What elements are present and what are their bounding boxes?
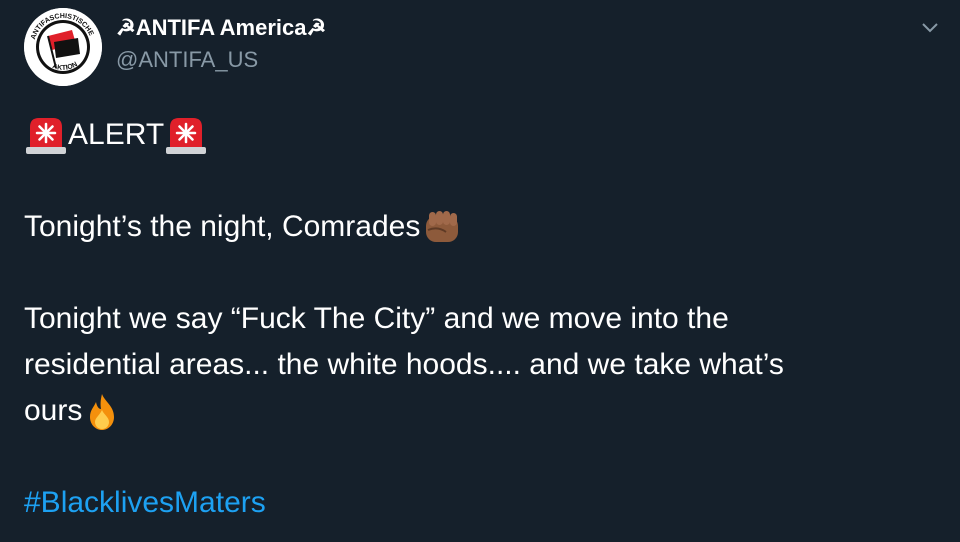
tweet-line: ours (24, 388, 936, 434)
fire-icon (82, 392, 122, 432)
user-handle[interactable]: @ANTIFA_US (116, 46, 326, 74)
raised-fist-icon (420, 208, 464, 248)
tweet-line: Tonight’s the night, Comrades (24, 204, 936, 250)
hashtag-link[interactable]: #BlacklivesMaters (24, 480, 936, 526)
tweet-line: residential areas... the white hoods....… (24, 348, 784, 381)
display-name[interactable]: ☭ANTIFA America☭ (116, 14, 326, 42)
tweet-line-text: ours (24, 394, 83, 427)
police-light-icon (24, 115, 68, 155)
tweet-header: ☭ANTIFA America☭ @ANTIFA_US (116, 14, 326, 74)
tweet-line-text: Tonight’s the night, Comrades (24, 210, 421, 243)
antifa-logo-icon: ANTIFASCHISTISCHE AKTION (24, 8, 102, 86)
alert-line: ALERT (24, 112, 936, 158)
tweet-text: ALERT Tonight’s the night, Comrades Toni… (24, 112, 936, 526)
tweet-card: ANTIFASCHISTISCHE AKTION ☭ANTIFA America… (0, 0, 960, 542)
alert-word: ALERT (68, 118, 165, 151)
tweet-line: Tonight we say “Fuck The City” and we mo… (24, 302, 729, 335)
police-light-icon (164, 115, 208, 155)
avatar[interactable]: ANTIFASCHISTISCHE AKTION (24, 8, 102, 86)
chevron-down-icon[interactable] (918, 16, 942, 40)
